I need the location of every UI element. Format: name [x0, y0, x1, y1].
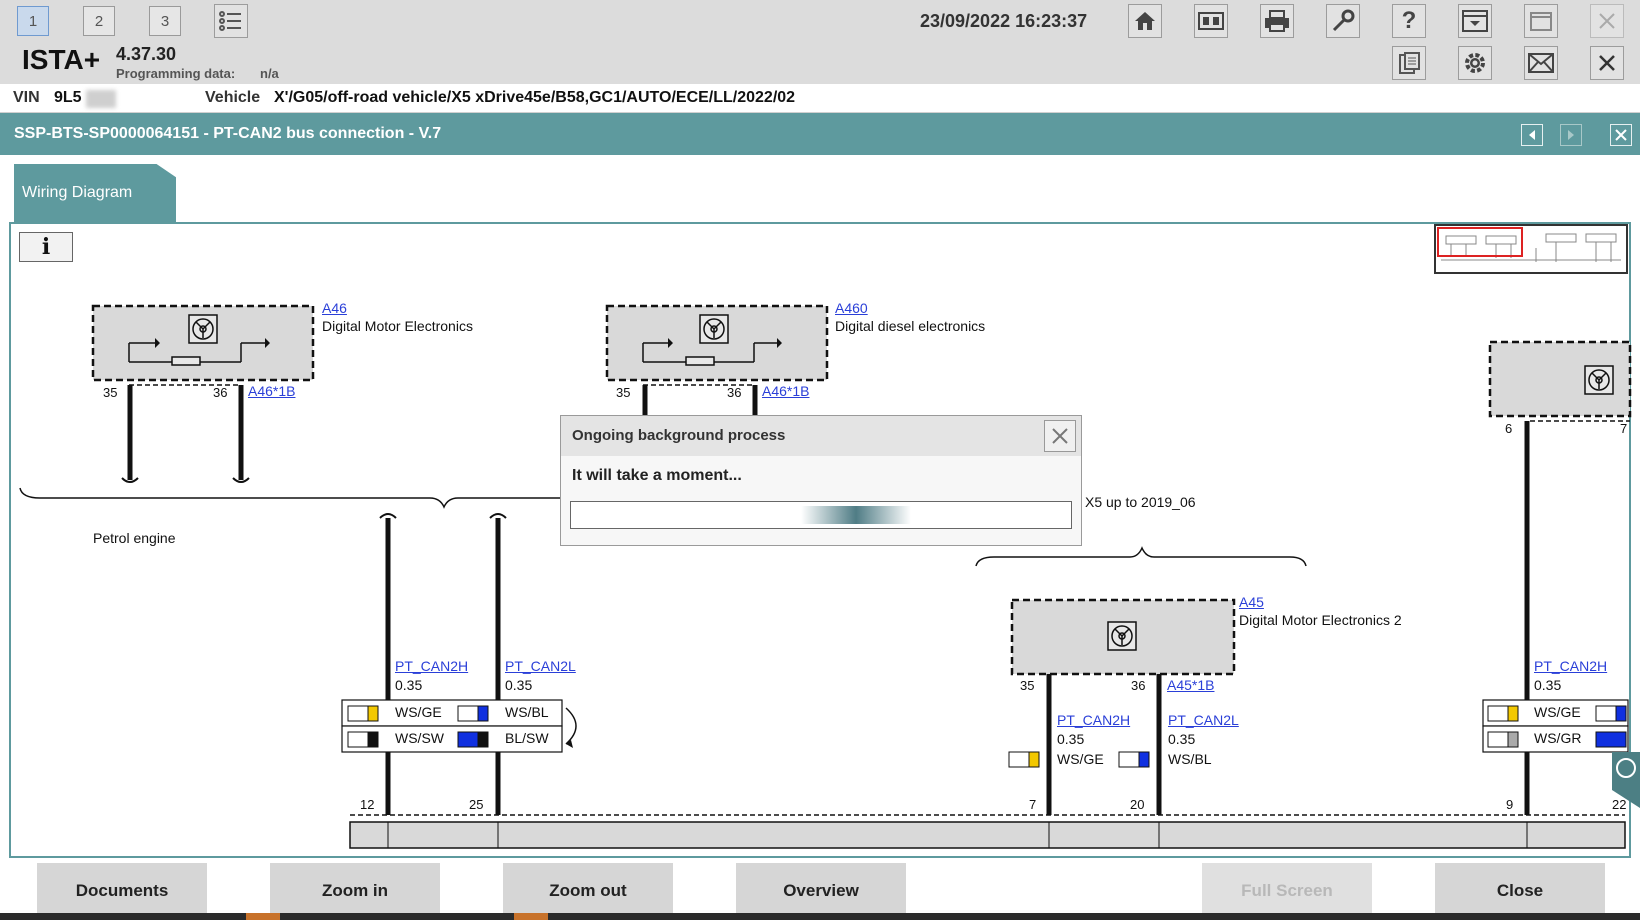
pin-number: 6: [1505, 421, 1513, 436]
dialog-close-icon[interactable]: [1044, 420, 1076, 452]
component-name-a460: Digital diesel electronics: [835, 318, 986, 334]
pin-number: 35: [103, 385, 118, 400]
full-screen-button[interactable]: Full Screen: [1202, 863, 1372, 917]
pin-number: 20: [1130, 797, 1145, 812]
component-link-a46[interactable]: A46: [322, 300, 347, 316]
wire-size: 0.35: [1168, 731, 1196, 747]
zoom-out-button[interactable]: Zoom out: [503, 863, 673, 917]
connector-link-a45[interactable]: A45*1B: [1167, 677, 1214, 693]
petrol-engine-label: Petrol engine: [93, 530, 176, 546]
wire-color-code: WS/GE: [1057, 751, 1104, 767]
pin-number: 12: [360, 797, 375, 812]
documents-button[interactable]: Documents: [37, 863, 207, 917]
pin-number: 7: [1029, 797, 1037, 812]
connector-link-a46[interactable]: A46*1B: [248, 383, 295, 399]
pin-number: 7: [1620, 421, 1628, 436]
pin-number: 35: [616, 385, 631, 400]
pin-number: 25: [469, 797, 484, 812]
wire-color-code: WS/GR: [1534, 730, 1582, 746]
x5-variant-label: X5 up to 2019_06: [1085, 494, 1196, 510]
wire-link-can2h[interactable]: PT_CAN2H: [395, 658, 468, 674]
wire-color-code: WS/SW: [395, 730, 444, 746]
wire-link-can2l[interactable]: PT_CAN2L: [1168, 712, 1239, 728]
progress-bar-indicator: [801, 506, 911, 524]
progress-bar: [570, 501, 1072, 529]
close-button[interactable]: Close: [1435, 863, 1605, 917]
wire-color-code: WS/GE: [1534, 704, 1581, 720]
component-link-a45[interactable]: A45: [1239, 594, 1264, 610]
component-name-a45: Digital Motor Electronics 2: [1239, 612, 1402, 628]
pin-number: 22: [1612, 797, 1627, 812]
component-name-a46: Digital Motor Electronics: [322, 318, 473, 334]
pin-number: 9: [1506, 797, 1514, 812]
pin-number: 36: [213, 385, 228, 400]
wire-link-can2l[interactable]: PT_CAN2L: [505, 658, 576, 674]
wire-size: 0.35: [1057, 731, 1085, 747]
wire-size: 0.35: [505, 677, 533, 693]
wire-size: 0.35: [395, 677, 423, 693]
wire-link-can2h[interactable]: PT_CAN2H: [1534, 658, 1607, 674]
pin-number: 36: [1131, 678, 1146, 693]
component-link-a460[interactable]: A460: [835, 300, 868, 316]
wire-color-code: WS/GE: [395, 704, 442, 720]
wire-link-can2h[interactable]: PT_CAN2H: [1057, 712, 1130, 728]
pin-number: 36: [727, 385, 742, 400]
wire-color-code: WS/BL: [505, 704, 549, 720]
overview-button[interactable]: Overview: [736, 863, 906, 917]
taskbar-strip: [0, 913, 1640, 920]
wire-color-code: WS/BL: [1168, 751, 1212, 767]
dialog-title: Ongoing background process: [572, 427, 786, 444]
connector-link-a460[interactable]: A46*1B: [762, 383, 809, 399]
dialog-message: It will take a moment...: [572, 467, 742, 484]
pin-number: 35: [1020, 678, 1035, 693]
wire-size: 0.35: [1534, 677, 1562, 693]
wire-color-code: BL/SW: [505, 730, 549, 746]
zoom-in-button[interactable]: Zoom in: [270, 863, 440, 917]
